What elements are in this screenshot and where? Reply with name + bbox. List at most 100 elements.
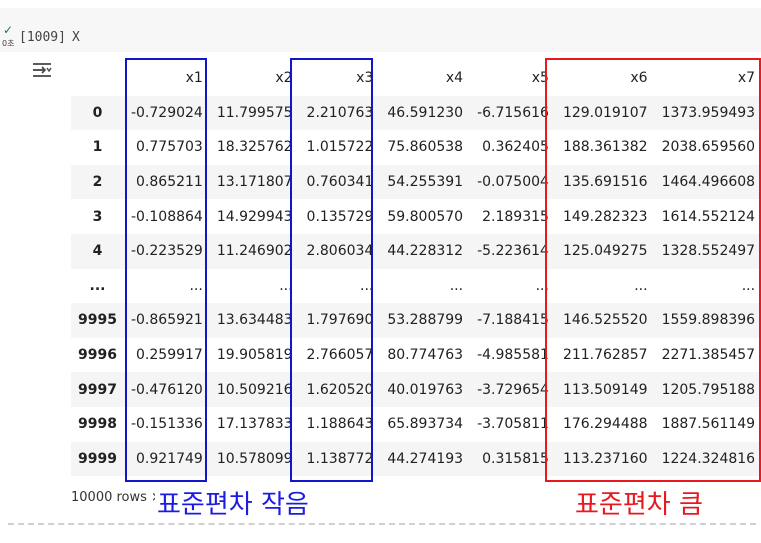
table-cell: 1373.959493 (654, 95, 761, 131)
table-cell: ... (380, 268, 471, 304)
table-cell: 1.015722 (299, 130, 381, 165)
large-std-annotation: 표준편차 큼 (575, 490, 703, 520)
table-cell: 0.921749 (123, 441, 210, 477)
table-row: 9995 -0.865921 13.634483 1.797690 53.288799-… (71, 303, 761, 338)
table-cell: ... (123, 268, 210, 304)
table-cell: 11.799575 (209, 95, 300, 131)
row-index: 4 (71, 233, 124, 269)
row-index: 9997 (71, 372, 124, 407)
table-cell: 53.288799 (380, 303, 471, 338)
table-cell: 2.806034 (299, 233, 381, 269)
table-cell: 113.509149 (555, 372, 655, 407)
table-row: 0 -0.729024 11.799575 2.210763 46.591230 -6.7… (71, 95, 761, 131)
table-cell: 129.019107 (555, 95, 655, 131)
table-cell: 13.634483 (209, 303, 300, 338)
column-header: x4 (445, 70, 464, 87)
table-row: ........................ (71, 268, 761, 304)
table-cell: 65.893734 (380, 406, 471, 442)
table-row: 9997 -0.476120 10.509216 1.620520 40.019763-… (71, 372, 761, 407)
table-cell: 1224.324816 (654, 441, 761, 477)
row-index: 0 (71, 95, 124, 131)
table-cell: 2.210763 (299, 95, 381, 131)
table-cell: 1328.552497 (654, 233, 761, 269)
table-cell: 176.294488 (555, 406, 655, 442)
table-cell: 59.800570 (380, 199, 471, 234)
table-row: 2 0.865211 13.171807 0.760341 54.255391 -0.07… (71, 164, 761, 200)
table-cell: 1614.552124 (654, 199, 761, 234)
table-cell: 211.762857 (555, 337, 655, 373)
index-header (71, 61, 124, 96)
table-cell: 1.138772 (299, 441, 381, 477)
table-cell: 44.274193 (380, 441, 471, 477)
table-body: 0 -0.729024 11.799575 2.210763 46.591230 -6.7… (71, 95, 761, 477)
table-cell: -5.223614 (470, 233, 556, 269)
table-cell: 14.929943 (209, 199, 300, 234)
column-header: x1 (185, 70, 203, 87)
table-cell: 0.865211 (123, 164, 210, 200)
table-cell: 1.188643 (299, 406, 381, 442)
column-header: x6 (630, 70, 648, 87)
table-cell: 135.691516 (555, 164, 655, 200)
output-toggle-icon[interactable] (31, 60, 53, 80)
table-cell: -0.729024 (123, 95, 210, 131)
code-editor[interactable]: X (72, 30, 80, 45)
table-cell: 0.362405 (470, 130, 556, 165)
check-icon: ✓ (3, 23, 14, 37)
code-cell-header: ✓ 0초 [1009] X (0, 8, 761, 52)
table-cell: 10.578099 (209, 441, 300, 477)
table-cell: ... (654, 268, 761, 304)
row-index: 9996 (71, 337, 124, 373)
table-cell: 44.228312 (380, 233, 471, 269)
execution-count: [1009] (19, 30, 66, 45)
table-cell: 1559.898396 (654, 303, 761, 338)
column-header: x2 (275, 70, 293, 87)
table-cell: ... (470, 268, 556, 304)
column-header: x5 (531, 70, 549, 87)
table-cell: 0.259917 (123, 337, 210, 373)
table-cell: 2.189315 (470, 199, 556, 234)
table-cell: 1464.496608 (654, 164, 761, 200)
row-index: 9998 (71, 406, 124, 442)
table-cell: 13.171807 (209, 164, 300, 200)
run-time: 0초 (2, 39, 15, 48)
table-cell: -3.729654 (470, 372, 556, 407)
row-index: 1 (71, 130, 124, 165)
table-row: 3 -0.108864 14.929943 0.135729 59.800570 2.18… (71, 199, 761, 234)
table-cell: 113.237160 (555, 441, 655, 477)
table-cell: -0.223529 (123, 233, 210, 269)
table-cell: 0.760341 (299, 164, 381, 200)
table-row: 9998 -0.151336 17.137833 1.188643 65.893734-… (71, 406, 761, 442)
table-cell: 2.766057 (299, 337, 381, 373)
row-index: ... (71, 268, 124, 304)
table-cell: 46.591230 (380, 95, 471, 131)
table-cell: 0.775703 (123, 130, 210, 165)
table-cell: 18.325762 (209, 130, 300, 165)
table-cell: 146.525520 (555, 303, 655, 338)
table-cell: 0.135729 (299, 199, 381, 234)
header-row: x1 x2 x3 x4 x5 x6 x7 (71, 61, 761, 96)
table-cell: -0.865921 (123, 303, 210, 338)
table-cell: -0.476120 (123, 372, 210, 407)
row-index: 3 (71, 199, 124, 234)
column-header: x7 (737, 70, 756, 87)
cell-divider (8, 523, 756, 525)
table-cell: 188.361382 (555, 130, 655, 165)
table-cell: 19.905819 (209, 337, 300, 373)
column-header: x3 (356, 70, 374, 87)
row-index: 9995 (71, 303, 124, 338)
table-cell: 80.774763 (380, 337, 471, 373)
dataframe-table: x1 x2 x3 x4 x5 x6 x7 0 -0.729024 11.799575 2.2107… (71, 61, 761, 477)
table-cell: 17.137833 (209, 406, 300, 442)
row-index: 9999 (71, 441, 124, 477)
table-cell: -7.188415 (470, 303, 556, 338)
table-cell: 1.620520 (299, 372, 381, 407)
table-cell: 1.797690 (299, 303, 381, 338)
table-cell: ... (209, 268, 300, 304)
table-cell: 11.246902 (209, 233, 300, 269)
table-cell: 0.315815 (470, 441, 556, 477)
run-status[interactable]: ✓ 0초 (1, 8, 17, 48)
table-cell: 125.049275 (555, 233, 655, 269)
table-cell: -4.985581 (470, 337, 556, 373)
table-row: 1 0.775703 18.325762 1.015722 75.860538 0.362… (71, 130, 761, 165)
small-std-annotation: 표준편차 작음 (155, 489, 311, 521)
